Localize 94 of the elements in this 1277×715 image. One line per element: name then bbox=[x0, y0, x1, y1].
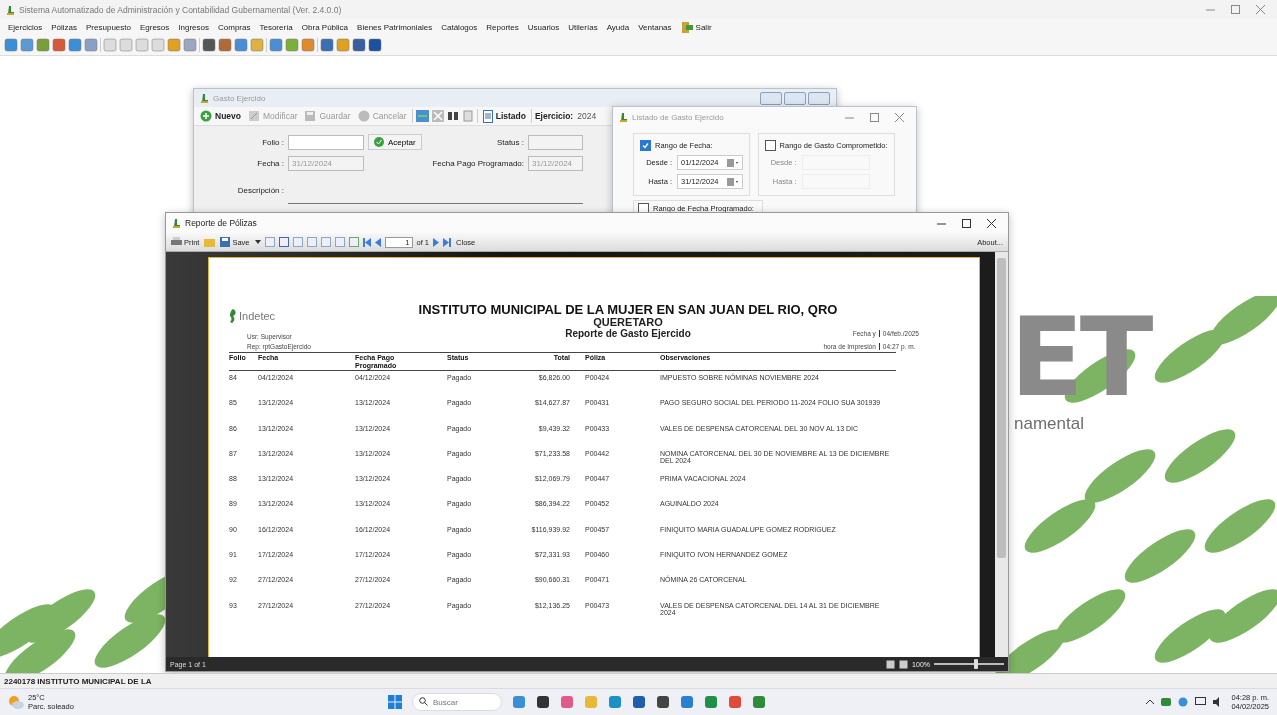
report-subtitle: QUERETARO bbox=[593, 317, 663, 328]
app-logo-icon bbox=[172, 218, 181, 228]
toolbar-icon[interactable] bbox=[4, 38, 18, 52]
next-page-icon[interactable] bbox=[433, 237, 440, 247]
toolbar-icon[interactable] bbox=[234, 38, 248, 52]
printer-icon bbox=[171, 237, 182, 247]
menu-item[interactable]: Ingresos bbox=[178, 22, 209, 32]
close-icon[interactable] bbox=[987, 218, 996, 228]
logo-letters: ET bbox=[1010, 304, 1150, 412]
menu-item[interactable]: Utilerías bbox=[568, 22, 598, 32]
toolbar-icon[interactable] bbox=[36, 38, 50, 52]
menu-item[interactable]: Pólizas bbox=[51, 22, 78, 32]
sun-cloud-icon bbox=[8, 695, 24, 709]
toolbar-icon[interactable] bbox=[20, 38, 34, 52]
field-label: Folio : bbox=[261, 137, 284, 147]
last-page-icon[interactable] bbox=[443, 237, 452, 247]
tray-icon[interactable] bbox=[1161, 697, 1172, 707]
calendar-icon bbox=[726, 158, 739, 167]
start-icon[interactable] bbox=[388, 695, 402, 709]
toolbar-icon[interactable] bbox=[269, 38, 283, 52]
accept-button[interactable]: Aceptar bbox=[368, 134, 422, 150]
previous-page-icon[interactable] bbox=[374, 237, 381, 247]
window-title: Gasto Ejercido bbox=[213, 93, 267, 103]
toolbar-icon[interactable] bbox=[278, 237, 289, 247]
toolbar-icon[interactable] bbox=[202, 38, 216, 52]
caret-icon[interactable] bbox=[254, 239, 261, 245]
toolbar-icon[interactable] bbox=[68, 38, 82, 52]
maximize-icon[interactable] bbox=[962, 218, 971, 228]
menu-item[interactable]: Compras bbox=[218, 22, 251, 32]
logo-text: Indetec bbox=[239, 310, 276, 322]
field-label: Fecha : bbox=[256, 159, 284, 168]
fit-width-icon[interactable] bbox=[899, 659, 909, 669]
menu-item[interactable]: Egresos bbox=[139, 22, 170, 32]
report-name: Reporte de Gasto Ejercido bbox=[565, 328, 691, 339]
slider-thumb[interactable] bbox=[974, 659, 978, 669]
menu-item[interactable]: Presupuesto bbox=[86, 22, 131, 32]
status-dropdown[interactable] bbox=[528, 134, 583, 150]
status-text: 2240178 INSTITUTO MUNICIPAL DE LA bbox=[4, 676, 152, 686]
year-dropdown[interactable]: 2024 bbox=[576, 111, 597, 121]
check-icon bbox=[642, 142, 649, 149]
calendar-icon bbox=[726, 177, 739, 186]
scrollbar[interactable] bbox=[995, 252, 1008, 657]
menu-item[interactable]: Ayuda bbox=[606, 22, 630, 32]
app-icon[interactable] bbox=[536, 695, 550, 709]
chevron-up-icon[interactable] bbox=[1146, 699, 1155, 705]
window-title: Reporte de Pólizas bbox=[185, 218, 258, 228]
app-logo-icon bbox=[200, 93, 209, 103]
toolbar-icon[interactable] bbox=[218, 38, 232, 52]
logo-text: namental bbox=[1014, 414, 1084, 434]
fit-page-icon[interactable] bbox=[886, 659, 896, 669]
refresh-icon[interactable] bbox=[415, 110, 429, 122]
monitor-icon[interactable] bbox=[1195, 697, 1207, 707]
menu-item[interactable]: Usuarios bbox=[527, 22, 560, 32]
scroll-thumb[interactable] bbox=[997, 258, 1006, 558]
seahorse-logo-icon bbox=[229, 309, 237, 323]
app-logo-icon bbox=[619, 112, 628, 122]
maximize-button[interactable] bbox=[784, 91, 806, 105]
field-label: Ejercicio: bbox=[534, 111, 574, 121]
app-icon[interactable] bbox=[656, 695, 670, 709]
toolbar-icon[interactable] bbox=[352, 38, 366, 52]
search-icon bbox=[419, 697, 428, 706]
pencil-icon bbox=[248, 110, 260, 122]
field-label: Fecha Pago Programado: bbox=[432, 159, 524, 168]
menu-item[interactable]: Ventanas bbox=[638, 22, 672, 32]
door-icon bbox=[680, 21, 693, 33]
menu-item[interactable]: Obra Pública bbox=[301, 22, 349, 32]
menu-item[interactable]: Reportes bbox=[486, 22, 519, 32]
app-logo-icon bbox=[6, 4, 15, 15]
toolbar-icon[interactable] bbox=[368, 38, 382, 52]
report-title: INSTITUTO MUNICIPAL DE LA MUJER EN SAN JUAN DEL RIO, QRO bbox=[418, 302, 838, 317]
field-label: Descripción : bbox=[236, 186, 284, 195]
close-button[interactable] bbox=[808, 91, 830, 105]
list-button[interactable]: Listado bbox=[480, 109, 528, 123]
circle-icon bbox=[357, 110, 370, 122]
window-title: Listado de Gasto Ejercido bbox=[632, 112, 725, 122]
app-icon[interactable] bbox=[632, 695, 646, 709]
toolbar-icon[interactable] bbox=[320, 38, 334, 52]
exit-menu-item[interactable]: Salir bbox=[680, 21, 712, 33]
plus-icon bbox=[200, 110, 212, 122]
menu-item[interactable]: Catálogos bbox=[441, 22, 478, 32]
tray-icon[interactable] bbox=[1178, 697, 1189, 707]
menu-item[interactable]: Ejercicios bbox=[8, 22, 43, 32]
toolbar-icon[interactable] bbox=[52, 38, 66, 52]
folder-icon[interactable] bbox=[204, 237, 216, 247]
minimize-button[interactable] bbox=[760, 91, 782, 105]
check-icon bbox=[374, 137, 384, 147]
menu-item[interactable]: Bienes Patrimoniales bbox=[357, 22, 433, 32]
menu-item[interactable]: Tesorería bbox=[259, 22, 293, 32]
search-field[interactable]: Buscar bbox=[412, 693, 502, 711]
first-page-icon[interactable] bbox=[362, 237, 371, 247]
window-title: Sistema Automatizado de Administración y Contabilidad Gubernamental (Ver. 2.4.0.0) bbox=[19, 4, 343, 15]
toolbar-button[interactable]: Nuevo bbox=[198, 110, 243, 122]
folio-field[interactable] bbox=[288, 134, 364, 150]
field-label: Status : bbox=[495, 137, 524, 147]
